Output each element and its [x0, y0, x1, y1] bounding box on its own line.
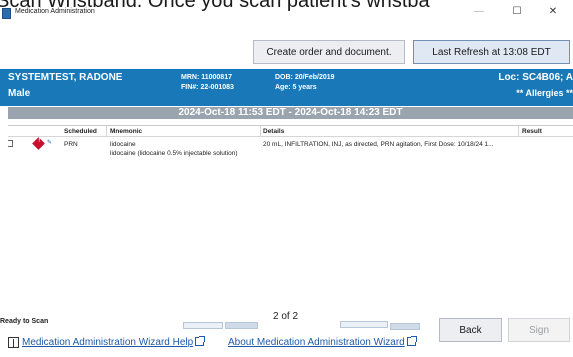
time-range-bar: 2024-Oct-18 11:53 EDT - 2024-Oct-18 14:2… — [8, 107, 573, 119]
header-details[interactable]: Details — [263, 128, 284, 135]
row-details: 20 mL, INFILTRATION, INJ, as directed, P… — [263, 141, 494, 148]
patient-fin: FIN#: 22-001083 — [181, 84, 234, 91]
page-indicator: 2 of 2 — [273, 311, 299, 322]
patient-dob: DOB: 20/Feb/2019 — [275, 74, 335, 81]
header-result[interactable]: Result — [522, 128, 542, 135]
thumbnail — [390, 323, 420, 330]
header-scheduled[interactable]: Scheduled — [64, 128, 97, 135]
patient-age: Age: 5 years — [275, 84, 317, 91]
medication-grid: Scheduled Mnemonic Details Result ! ✎ PR… — [8, 125, 573, 310]
maximize-button[interactable]: ☐ — [502, 6, 532, 17]
row-mnemonic-detail: lidocaine (lidocaine 0.5% injectable sol… — [110, 150, 238, 157]
create-order-button[interactable]: Create order and document. — [253, 40, 405, 64]
instruction-overlay-text: Scan Wristband. Once you scan patient's … — [0, 0, 430, 12]
header-separator — [106, 126, 107, 137]
exclamation-diamond-icon: ! — [32, 137, 45, 150]
help-book-icon — [8, 337, 19, 348]
header-mnemonic[interactable]: Mnemonic — [110, 128, 142, 135]
wizard-help-link[interactable]: Medication Administration Wizard Help — [22, 337, 193, 348]
close-button[interactable]: ✕ — [538, 6, 568, 17]
grid-header: Scheduled Mnemonic Details Result — [8, 126, 573, 137]
minimize-button[interactable]: — — [464, 6, 494, 17]
patient-mrn: MRN: 11000817 — [181, 74, 232, 81]
row-scheduled: PRN — [64, 141, 78, 148]
back-button[interactable]: Back — [439, 318, 502, 342]
about-wizard-link[interactable]: About Medication Administration Wizard — [228, 337, 405, 348]
patient-gender: Male — [8, 88, 31, 99]
patient-banner: SYSTEMTEST, RADONE Male MRN: 11000817 FI… — [0, 69, 573, 106]
external-link-icon — [406, 336, 417, 346]
header-separator — [518, 126, 519, 137]
header-separator — [260, 126, 261, 137]
sign-button[interactable]: Sign — [508, 318, 570, 342]
scan-status: Ready to Scan — [0, 318, 49, 325]
patient-name: SYSTEMTEST, RADONE — [8, 72, 123, 83]
row-mnemonic: lidocaine — [110, 141, 136, 148]
external-link-icon — [195, 336, 206, 346]
thumbnail — [225, 322, 258, 329]
thumbnail — [183, 322, 223, 329]
syringe-icon: ✎ — [47, 140, 53, 146]
patient-location: Loc: SC4B06; A — [498, 72, 573, 83]
thumbnail — [340, 321, 388, 328]
about-link-wrap: About Medication Administration Wizard — [228, 336, 417, 348]
last-refresh-button[interactable]: Last Refresh at 13:08 EDT — [413, 40, 570, 64]
row-select-box[interactable] — [8, 140, 13, 147]
wizard-help-link-wrap: Medication Administration Wizard Help — [22, 336, 206, 348]
allergies-link[interactable]: ** Allergies ** — [516, 88, 573, 98]
